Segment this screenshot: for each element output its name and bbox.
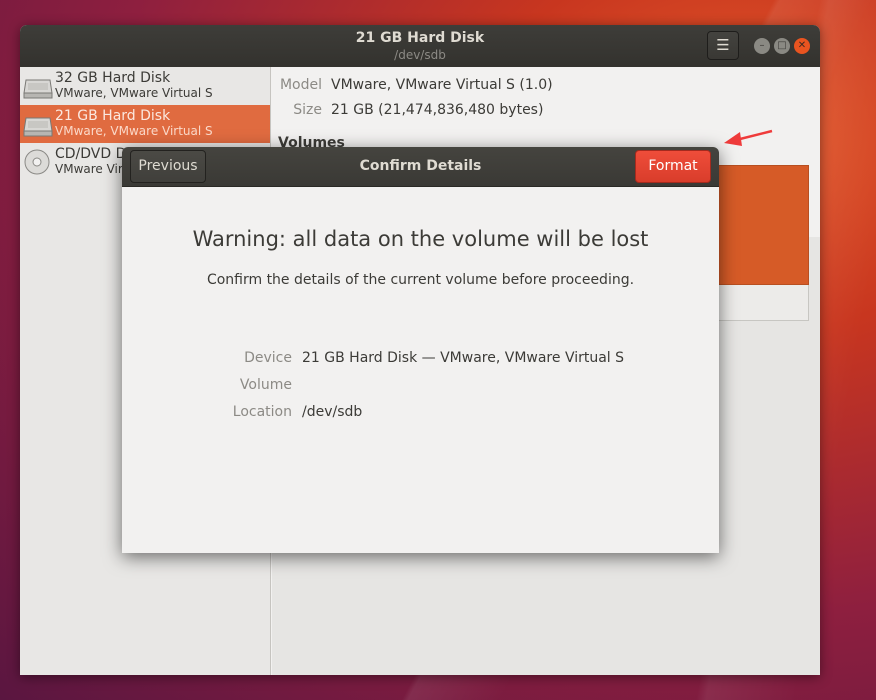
title-bar[interactable]: 21 GB Hard Disk /dev/sdb ☰ – □ ✕ [20,25,820,67]
close-button[interactable]: ✕ [794,38,810,54]
volume-label: Volume [239,377,292,393]
window-title: 21 GB Hard Disk [355,30,485,46]
size-value-row: 21 GB (21,474,836,480 bytes) [331,102,543,118]
annotation-arrow-icon [724,129,773,146]
hamburger-icon: ☰ [716,36,730,54]
minimize-button[interactable]: – [754,38,770,54]
warning-heading: Warning: all data on the volume will be … [192,227,649,251]
confirm-details-dialog: Previous Confirm Details Format Warning:… [122,147,719,553]
hard-disk-icon [23,117,53,137]
location-label: Location [232,404,292,420]
drive-name: 21 GB Hard Disk [55,108,171,124]
minimize-icon: – [759,40,765,51]
model-label: Model [279,77,322,93]
drive-name: 32 GB Hard Disk [55,70,171,86]
size-value: 21 GB (21,474,836,480 bytes) [331,102,544,118]
optical-disc-icon [24,149,50,175]
size-label: Size [293,102,322,118]
maximize-button[interactable]: □ [774,38,790,54]
dialog-title: Confirm Details [359,158,482,174]
detail-row-volume: Volume [122,377,719,397]
drive-model: VMware, VMware Virtual S [55,86,213,100]
hamburger-menu-button[interactable]: ☰ [707,31,739,60]
model-value-row: VMware, VMware Virtual S (1.0) [331,77,553,93]
window-subtitle: /dev/sdb [394,48,446,62]
drive-model: VMware, VMware Virtual S [55,124,213,138]
dialog-header: Previous Confirm Details Format [122,147,719,187]
detail-row-location: Location /dev/sdb [122,404,719,424]
maximize-icon: □ [777,40,787,51]
close-icon: ✕ [797,40,807,51]
detail-row-device: Device 21 GB Hard Disk — VMware, VMware … [122,350,719,370]
sidebar-item-21gb-disk[interactable]: 21 GB Hard Disk VMware, VMware Virtual S [20,105,270,143]
device-label: Device [244,350,292,366]
model-value: VMware, VMware Virtual S (1.0) [331,77,553,93]
format-button[interactable]: Format [635,150,711,183]
sidebar-item-32gb-disk[interactable]: 32 GB Hard Disk VMware, VMware Virtual S [20,67,270,105]
hard-disk-icon [23,79,53,99]
device-value: 21 GB Hard Disk — VMware, VMware Virtual… [302,350,625,366]
location-value: /dev/sdb [302,404,363,420]
warning-subtitle: Confirm the details of the current volum… [206,272,635,288]
